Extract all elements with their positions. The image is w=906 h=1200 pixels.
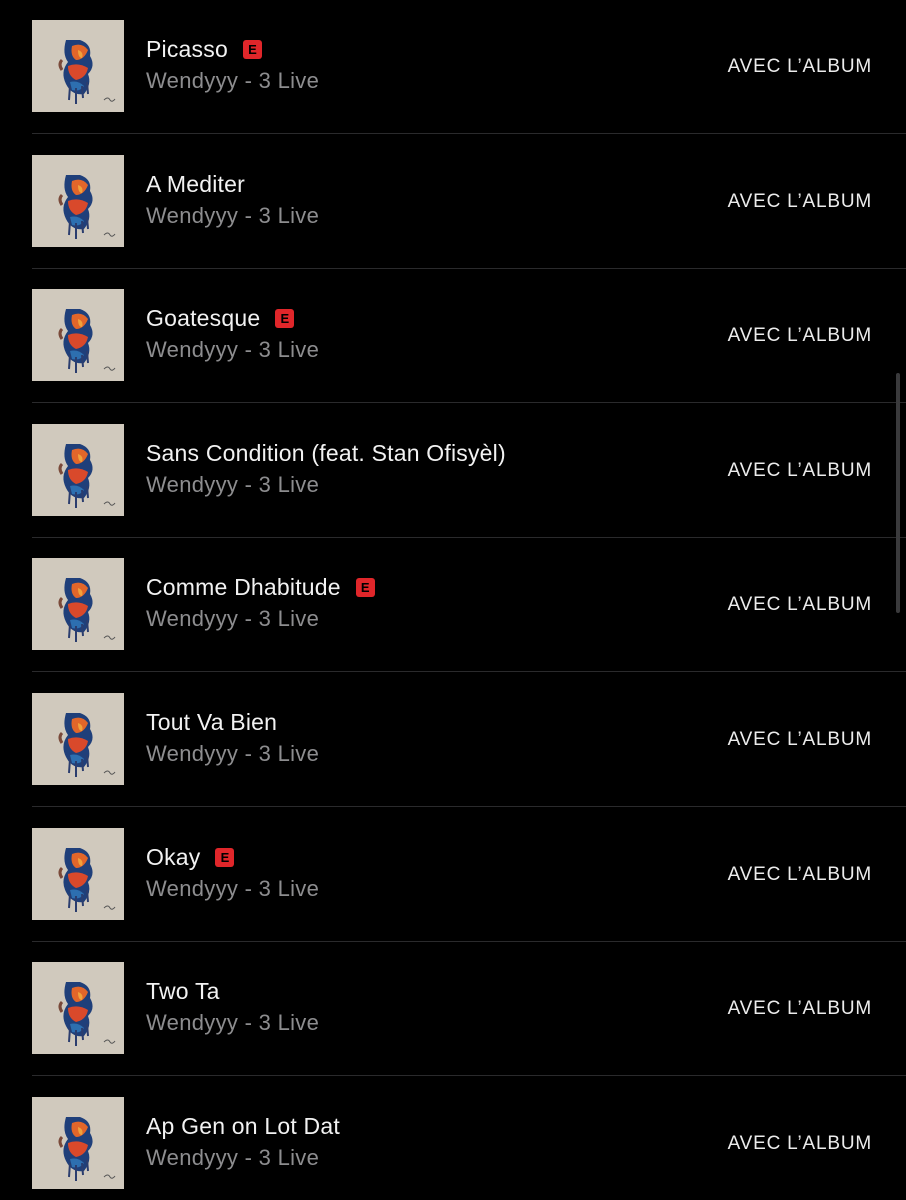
album-only-label: AVEC L’ALBUM — [727, 325, 872, 346]
track-title: Comme Dhabitude — [146, 574, 341, 600]
track-title-line: Sans Condition (feat. Stan Ofisyèl) — [146, 440, 506, 467]
track-row[interactable]: Okay E Wendyyy - 3 Live AVEC L’ALBUM — [0, 806, 906, 942]
album-artwork-icon — [32, 20, 124, 112]
track-artist-album: Wendyyy - 3 Live — [146, 1010, 320, 1035]
track-title-line: Goatesque E — [146, 305, 295, 332]
album-artwork-icon — [32, 693, 124, 785]
album-artwork-icon — [32, 962, 124, 1054]
track-row[interactable]: Picasso E Wendyyy - 3 Live AVEC L’ALBUM — [0, 0, 906, 134]
track-artist-album: Wendyyy - 3 Live — [146, 1145, 320, 1170]
scroll-indicator[interactable] — [896, 373, 900, 613]
track-row[interactable]: Tout Va Bien Wendyyy - 3 Live AVEC L’ALBUM — [0, 671, 906, 807]
album-artwork-icon — [32, 558, 124, 650]
track-title-line: Tout Va Bien — [146, 709, 277, 736]
track-title-line: A Mediter — [146, 171, 245, 198]
track-title: A Mediter — [146, 171, 245, 197]
album-only-label: AVEC L’ALBUM — [727, 56, 872, 77]
album-artwork-icon — [32, 1097, 124, 1189]
track-artist-album: Wendyyy - 3 Live — [146, 203, 320, 228]
track-title-line: Two Ta — [146, 978, 220, 1005]
track-artist-album: Wendyyy - 3 Live — [146, 876, 320, 901]
track-title-line: Ap Gen on Lot Dat — [146, 1113, 340, 1140]
track-title-line: Comme Dhabitude E — [146, 574, 375, 601]
album-artwork-icon — [32, 828, 124, 920]
album-only-label: AVEC L’ALBUM — [727, 729, 872, 750]
track-title: Okay — [146, 844, 201, 870]
track-row[interactable]: Comme Dhabitude E Wendyyy - 3 Live AVEC L’A… — [0, 536, 906, 672]
track-row[interactable]: Goatesque E Wendyyy - 3 Live AVEC L’ALBUM — [0, 267, 906, 403]
track-row[interactable]: Ap Gen on Lot Dat Wendyyy - 3 Live AVEC L’… — [0, 1075, 906, 1200]
track-title: Picasso — [146, 36, 228, 62]
album-artwork-icon — [32, 155, 124, 247]
explicit-badge: E — [215, 848, 235, 867]
album-artwork-icon — [32, 289, 124, 381]
explicit-badge: E — [275, 309, 295, 328]
track-title: Goatesque — [146, 305, 261, 331]
track-row[interactable]: A Mediter Wendyyy - 3 Live AVEC L’ALBUM — [0, 133, 906, 269]
album-only-label: AVEC L’ALBUM — [727, 191, 872, 212]
track-artist-album: Wendyyy - 3 Live — [146, 68, 320, 93]
track-artist-album: Wendyyy - 3 Live — [146, 472, 320, 497]
track-title-line: Picasso E — [146, 36, 262, 63]
track-list: Picasso E Wendyyy - 3 Live AVEC L’ALBUM A Me… — [0, 0, 906, 1200]
track-title: Ap Gen on Lot Dat — [146, 1113, 340, 1139]
track-title-line: Okay E — [146, 844, 235, 871]
track-row[interactable]: Sans Condition (feat. Stan Ofisyèl) Wendy… — [0, 402, 906, 538]
track-artist-album: Wendyyy - 3 Live — [146, 741, 320, 766]
album-only-label: AVEC L’ALBUM — [727, 864, 872, 885]
album-only-label: AVEC L’ALBUM — [727, 460, 872, 481]
track-title: Sans Condition (feat. Stan Ofisyèl) — [146, 440, 506, 466]
explicit-badge: E — [242, 40, 262, 59]
track-row[interactable]: Two Ta Wendyyy - 3 Live AVEC L’ALBUM — [0, 940, 906, 1076]
album-only-label: AVEC L’ALBUM — [727, 1133, 872, 1154]
album-artwork-icon — [32, 424, 124, 516]
track-artist-album: Wendyyy - 3 Live — [146, 606, 320, 631]
track-title: Two Ta — [146, 978, 220, 1004]
album-only-label: AVEC L’ALBUM — [727, 594, 872, 615]
explicit-badge: E — [355, 578, 375, 597]
track-artist-album: Wendyyy - 3 Live — [146, 337, 320, 362]
track-title: Tout Va Bien — [146, 709, 278, 735]
album-only-label: AVEC L’ALBUM — [727, 998, 872, 1019]
